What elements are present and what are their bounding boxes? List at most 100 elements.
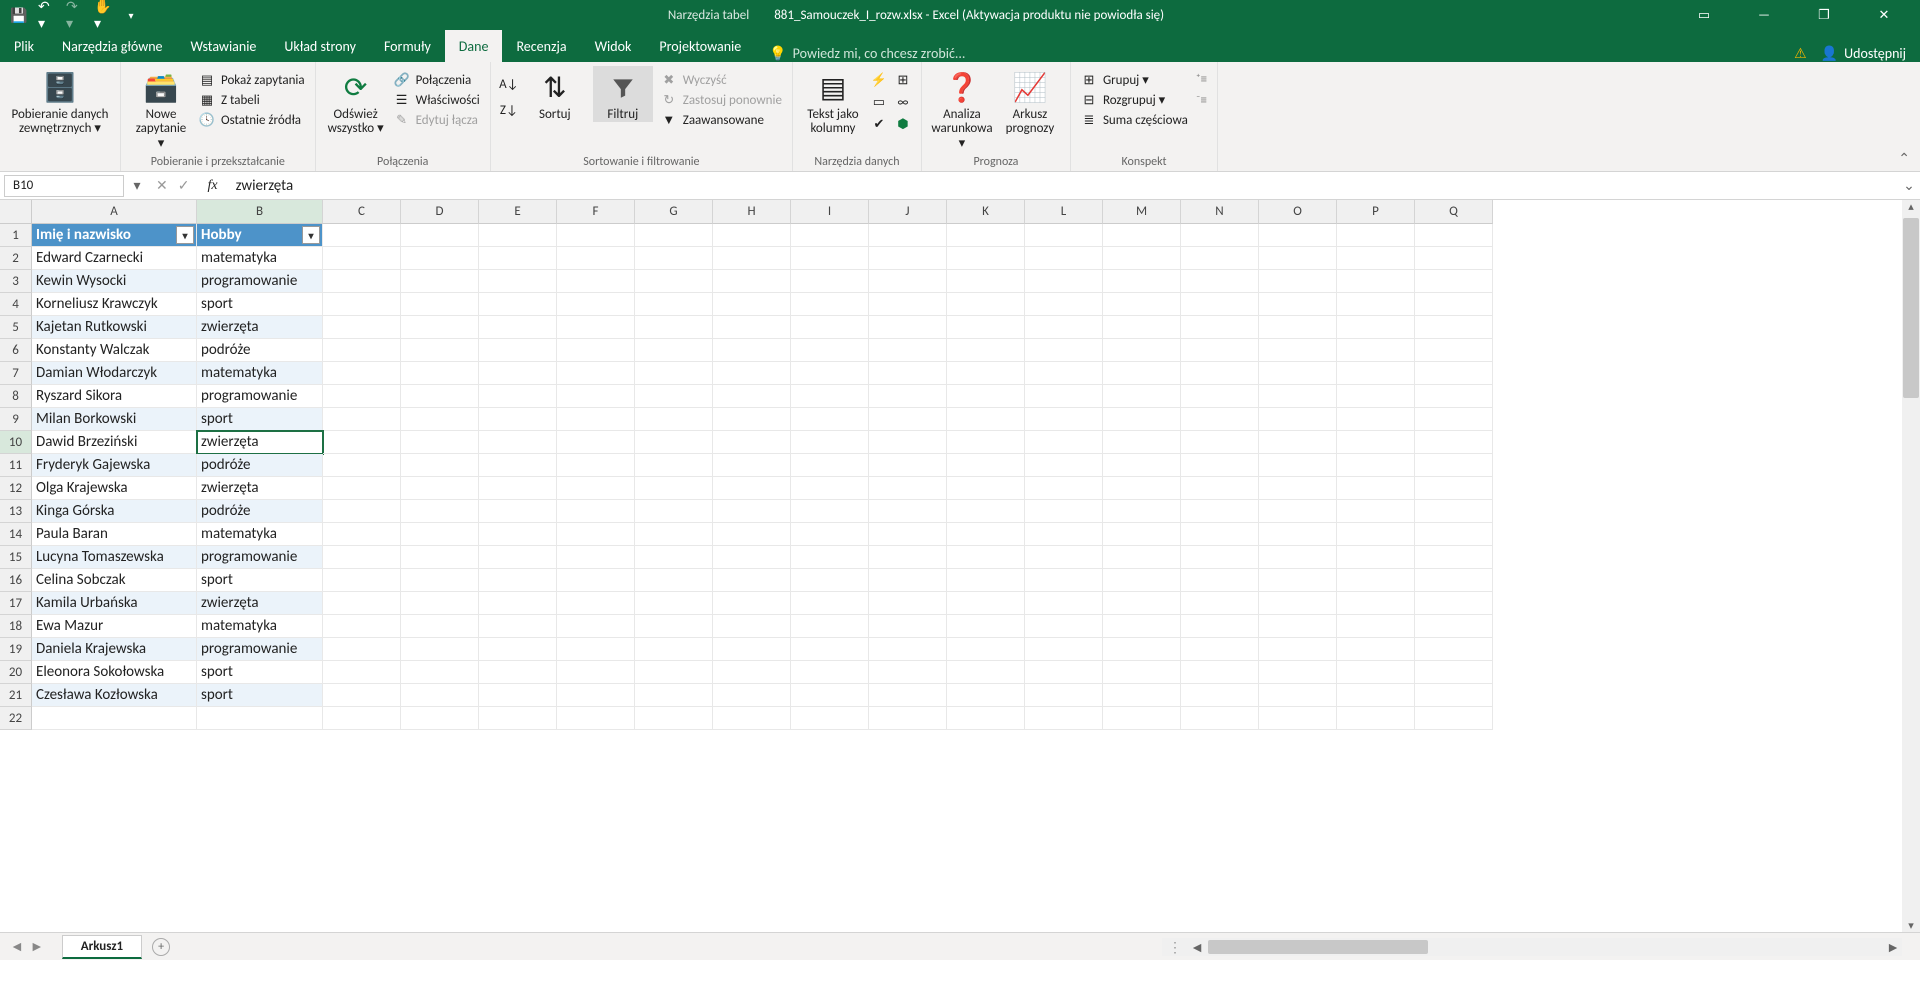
cell[interactable] — [1337, 316, 1415, 339]
cell[interactable] — [323, 546, 401, 569]
cell[interactable] — [1259, 707, 1337, 730]
cell[interactable] — [323, 339, 401, 362]
cell[interactable] — [479, 546, 557, 569]
cell[interactable] — [1259, 316, 1337, 339]
column-header-L[interactable]: L — [1025, 200, 1103, 224]
properties-button[interactable]: ☰Właściwości — [394, 92, 480, 108]
show-queries-button[interactable]: ▤Pokaż zapytania — [199, 72, 305, 88]
cell[interactable] — [1415, 247, 1493, 270]
cell[interactable] — [713, 385, 791, 408]
cell[interactable] — [401, 592, 479, 615]
cell[interactable] — [1181, 523, 1259, 546]
maximize-icon[interactable]: ❐ — [1802, 8, 1846, 23]
cell[interactable] — [1025, 339, 1103, 362]
cell[interactable] — [1259, 362, 1337, 385]
cell[interactable] — [1181, 615, 1259, 638]
cell[interactable] — [557, 661, 635, 684]
row-header[interactable]: 3 — [0, 270, 32, 293]
cell[interactable] — [713, 247, 791, 270]
cell[interactable] — [1103, 385, 1181, 408]
tab-review[interactable]: Recenzja — [502, 30, 580, 62]
row-header[interactable]: 5 — [0, 316, 32, 339]
cell[interactable] — [869, 569, 947, 592]
cell[interactable] — [557, 385, 635, 408]
cell[interactable] — [1337, 569, 1415, 592]
cell[interactable] — [1259, 293, 1337, 316]
cell[interactable] — [1103, 546, 1181, 569]
cell[interactable] — [1337, 247, 1415, 270]
cell[interactable] — [869, 615, 947, 638]
cell[interactable] — [635, 592, 713, 615]
cell[interactable] — [713, 454, 791, 477]
cell[interactable] — [1103, 247, 1181, 270]
cell[interactable] — [401, 316, 479, 339]
cell[interactable] — [1259, 661, 1337, 684]
cell[interactable] — [557, 523, 635, 546]
filter-dropdown-icon[interactable]: ▾ — [302, 226, 320, 244]
cell[interactable] — [401, 569, 479, 592]
cell[interactable]: programowanie — [197, 546, 323, 569]
cell[interactable]: Lucyna Tomaszewska — [32, 546, 197, 569]
row-header[interactable]: 1 — [0, 224, 32, 247]
cell[interactable] — [32, 707, 197, 730]
cell[interactable] — [947, 477, 1025, 500]
share-button[interactable]: 👤 Udostępnij — [1821, 45, 1906, 62]
cell[interactable] — [1415, 546, 1493, 569]
cell[interactable] — [401, 362, 479, 385]
cell[interactable] — [1025, 316, 1103, 339]
cell[interactable] — [1181, 431, 1259, 454]
cell[interactable] — [1181, 569, 1259, 592]
cell[interactable] — [323, 408, 401, 431]
column-header-N[interactable]: N — [1181, 200, 1259, 224]
row-header[interactable]: 15 — [0, 546, 32, 569]
cell[interactable] — [479, 224, 557, 247]
cell[interactable] — [791, 569, 869, 592]
cell[interactable]: zwierzęta — [197, 477, 323, 500]
cell[interactable] — [1337, 224, 1415, 247]
name-box[interactable]: B10 — [4, 175, 124, 197]
cell[interactable] — [323, 431, 401, 454]
cell[interactable]: Kewin Wysocki — [32, 270, 197, 293]
cell[interactable] — [635, 500, 713, 523]
cell[interactable] — [1337, 661, 1415, 684]
flash-fill-button[interactable]: ⚡ — [871, 72, 887, 88]
cell[interactable] — [869, 247, 947, 270]
cell[interactable] — [713, 224, 791, 247]
cell[interactable] — [635, 638, 713, 661]
cell[interactable] — [557, 500, 635, 523]
cell[interactable] — [713, 362, 791, 385]
tab-home[interactable]: Narzędzia główne — [48, 30, 177, 62]
cell[interactable]: Celina Sobczak — [32, 569, 197, 592]
cell[interactable] — [1259, 224, 1337, 247]
cell[interactable] — [557, 247, 635, 270]
cell[interactable] — [557, 316, 635, 339]
cell[interactable] — [791, 247, 869, 270]
cell[interactable] — [1025, 385, 1103, 408]
cell[interactable] — [1415, 339, 1493, 362]
scroll-up-icon[interactable]: ▴ — [1902, 200, 1920, 213]
cell[interactable] — [713, 638, 791, 661]
cell[interactable]: Kamila Urbańska — [32, 592, 197, 615]
formula-input[interactable]: zwierzęta — [226, 177, 1898, 195]
cell[interactable] — [1103, 316, 1181, 339]
cell[interactable]: sport — [197, 293, 323, 316]
cell[interactable] — [1103, 661, 1181, 684]
cell[interactable] — [1337, 638, 1415, 661]
cell[interactable] — [1259, 684, 1337, 707]
cell[interactable] — [1337, 408, 1415, 431]
cell[interactable] — [791, 270, 869, 293]
cell[interactable]: Kajetan Rutkowski — [32, 316, 197, 339]
cell[interactable]: sport — [197, 408, 323, 431]
cell[interactable] — [1103, 431, 1181, 454]
scroll-left-icon[interactable]: ◄ — [1188, 939, 1206, 956]
cell[interactable] — [635, 684, 713, 707]
cell[interactable] — [791, 546, 869, 569]
cell[interactable] — [791, 500, 869, 523]
cell[interactable] — [479, 500, 557, 523]
cell[interactable] — [713, 431, 791, 454]
cell[interactable] — [1103, 707, 1181, 730]
cell[interactable] — [401, 523, 479, 546]
cell[interactable] — [947, 523, 1025, 546]
enter-formula-icon[interactable]: ✓ — [178, 177, 190, 194]
cell[interactable] — [1181, 408, 1259, 431]
